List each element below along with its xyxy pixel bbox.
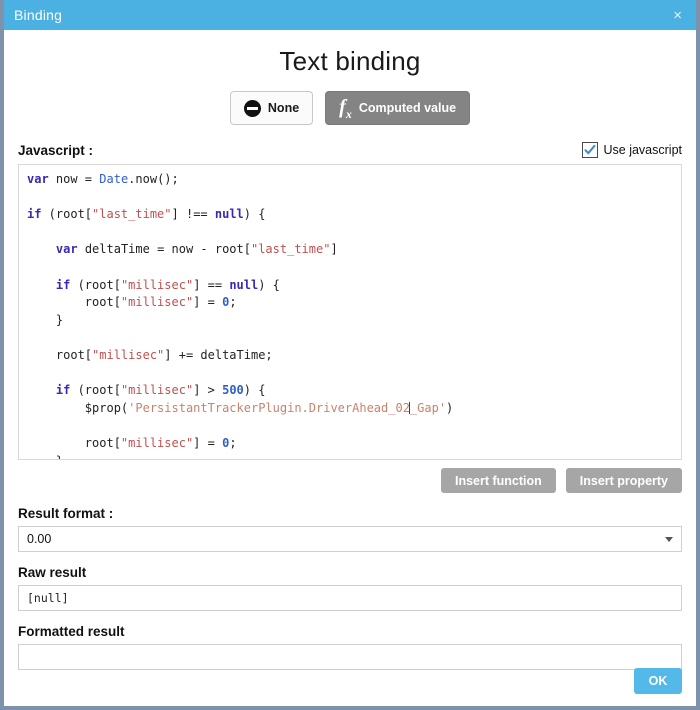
- mode-button-computed-value-label: Computed value: [358, 101, 457, 115]
- chevron-down-icon: [665, 536, 673, 542]
- javascript-code-editor[interactable]: var now = Date.now(); if (root["last_tim…: [18, 164, 682, 460]
- raw-result-field[interactable]: [null]: [18, 585, 682, 611]
- result-format-select[interactable]: 0.00: [18, 526, 682, 552]
- javascript-label-row: Javascript : Use javascript: [18, 142, 682, 158]
- close-icon[interactable]: ×: [669, 6, 686, 25]
- formatted-result-field[interactable]: [18, 644, 682, 670]
- dialog-body: Text binding None fx Computed value Java…: [4, 30, 696, 706]
- formatted-result-label: Formatted result: [18, 624, 125, 639]
- window-title: Binding: [14, 7, 63, 23]
- no-entry-icon: [243, 99, 261, 117]
- code-content: var now = Date.now(); if (root["last_tim…: [27, 172, 454, 459]
- dialog-footer: OK: [634, 668, 682, 694]
- mode-button-none-label: None: [267, 101, 300, 115]
- check-icon: [583, 144, 596, 155]
- raw-result-label: Raw result: [18, 565, 87, 580]
- raw-result-value: [null]: [27, 591, 69, 605]
- binding-dialog-window: Binding × Text binding None fx Computed …: [0, 0, 700, 710]
- javascript-label: Javascript :: [18, 142, 94, 158]
- mode-button-none[interactable]: None: [229, 91, 314, 125]
- checkbox-box: [581, 142, 598, 158]
- result-format-value: 0.00: [27, 532, 52, 546]
- ok-button[interactable]: OK: [634, 668, 682, 694]
- binding-mode-group: None fx Computed value: [18, 91, 682, 125]
- use-javascript-label: Use javascript: [603, 143, 683, 157]
- use-javascript-checkbox[interactable]: Use javascript: [581, 142, 683, 158]
- result-format-label: Result format :: [18, 506, 114, 521]
- window-titlebar: Binding ×: [4, 0, 696, 30]
- insert-property-button[interactable]: Insert property: [565, 468, 682, 493]
- insert-buttons-row: Insert function Insert property: [18, 468, 682, 493]
- insert-function-button[interactable]: Insert function: [440, 468, 556, 493]
- mode-button-computed-value[interactable]: fx Computed value: [325, 91, 471, 125]
- fx-icon: fx: [339, 95, 352, 121]
- page-title: Text binding: [279, 46, 421, 76]
